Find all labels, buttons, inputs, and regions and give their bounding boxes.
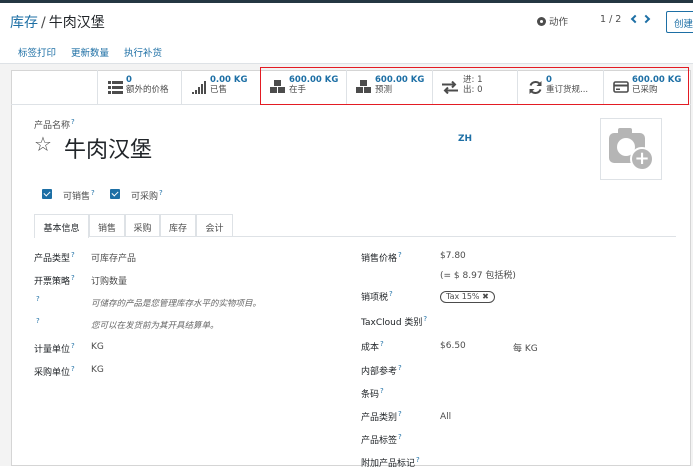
- sold-label: 已售: [210, 84, 228, 95]
- help-icon: ?: [36, 295, 40, 303]
- can-be-purchased-checkbox[interactable]: [110, 189, 120, 199]
- print-labels-button[interactable]: 标签打印: [18, 45, 56, 59]
- action-menu-button[interactable]: 动作: [537, 14, 568, 28]
- can-be-sold-label: 可销售?: [63, 189, 95, 202]
- uom-select[interactable]: KG: [91, 342, 104, 352]
- barcode-label: 条码?: [361, 387, 384, 400]
- purchase-uom-label: 采购单位?: [34, 365, 75, 378]
- sales-price-label: 销售价格?: [361, 251, 402, 264]
- replenish-button[interactable]: 执行补货: [124, 45, 162, 59]
- form-sheet: [11, 70, 691, 466]
- tab-purchase[interactable]: 采购: [125, 214, 160, 237]
- extra-prices-label: 额外的价格: [126, 84, 169, 95]
- sold-value: 0.00 KG: [210, 75, 248, 85]
- sales-tax-label: 销项税?: [361, 290, 393, 303]
- list-icon: [107, 79, 123, 95]
- purchase-uom-select[interactable]: KG: [91, 365, 104, 375]
- gear-icon: [537, 16, 546, 26]
- attached-tags-label: 附加产品标记?: [361, 456, 420, 469]
- add-image-icon: +: [630, 147, 654, 171]
- control-panel: 库存 / 牛肉汉堡 动作 1 / 2 创建 标签打印 更新数量 执行补货: [0, 3, 693, 64]
- sales-tax-tag[interactable]: Tax 15% ✖: [440, 291, 495, 303]
- product-name-input[interactable]: 牛肉汉堡: [64, 132, 152, 164]
- sold-button[interactable]: 0.00 KG 已售: [181, 70, 260, 105]
- can-be-purchased-label: 可采购?: [131, 189, 163, 202]
- language-button[interactable]: ZH: [458, 134, 472, 144]
- pager-value[interactable]: 1 / 2: [600, 14, 621, 25]
- highlight-box: [260, 67, 689, 105]
- help-icon: ?: [36, 317, 40, 325]
- extra-prices-button[interactable]: 0 额外的价格: [97, 70, 181, 105]
- sales-price-input[interactable]: $7.80: [440, 251, 466, 261]
- product-type-select[interactable]: 可库存产品: [91, 251, 136, 264]
- internal-reference-label: 内部参考?: [361, 364, 402, 377]
- chevron-right-icon: [641, 14, 650, 24]
- can-be-sold-checkbox[interactable]: [42, 189, 52, 199]
- price-incl-tax: (= $ 8.97 包括税): [440, 271, 516, 281]
- product-type-label: 产品类型?: [34, 251, 75, 264]
- notebook-tabs: 基本信息 销售 采购 库存 会计: [34, 214, 676, 238]
- action-label: 动作: [549, 17, 569, 28]
- invoice-policy-label: 开票策略?: [34, 274, 75, 287]
- uom-label: 计量单位?: [34, 342, 75, 355]
- product-category-select[interactable]: All: [440, 412, 451, 422]
- invoice-policy-select[interactable]: 订购数量: [91, 274, 127, 287]
- product-category-label: 产品类别?: [361, 410, 402, 423]
- update-quantity-button[interactable]: 更新数量: [71, 45, 109, 59]
- product-name-label: 产品名称?: [34, 118, 75, 131]
- breadcrumb: 库存 / 牛肉汉堡: [10, 12, 105, 32]
- product-type-help: 可储存的产品是您管理库存水平的实物项目。: [91, 299, 262, 309]
- tab-accounting[interactable]: 会计: [196, 214, 233, 237]
- tab-general-info[interactable]: 基本信息: [34, 214, 89, 238]
- tab-inventory[interactable]: 库存: [160, 214, 196, 237]
- cost-unit: 每 KG: [513, 344, 538, 354]
- taxcloud-category-label: TaxCloud 类别?: [361, 315, 428, 328]
- breadcrumb-current: 牛肉汉堡: [48, 15, 105, 31]
- breadcrumb-separator: /: [41, 15, 46, 31]
- product-tags-label: 产品标签?: [361, 433, 402, 446]
- cost-label: 成本?: [361, 340, 384, 353]
- favorite-star-icon[interactable]: ☆: [34, 132, 52, 156]
- create-button[interactable]: 创建: [666, 11, 693, 33]
- breadcrumb-parent-link[interactable]: 库存: [10, 15, 38, 31]
- pager-next-button[interactable]: [640, 11, 654, 27]
- invoice-policy-help: 您可以在发货前为其开具结算单。: [91, 321, 219, 331]
- tab-sales[interactable]: 销售: [89, 214, 125, 237]
- tag-remove-icon[interactable]: ✖: [482, 292, 489, 301]
- bar-chart-icon: [191, 79, 207, 95]
- extra-prices-value: 0: [126, 75, 132, 85]
- cost-input[interactable]: $6.50: [440, 341, 466, 351]
- pager-previous-button[interactable]: [626, 11, 640, 27]
- chevron-left-icon: [630, 14, 639, 24]
